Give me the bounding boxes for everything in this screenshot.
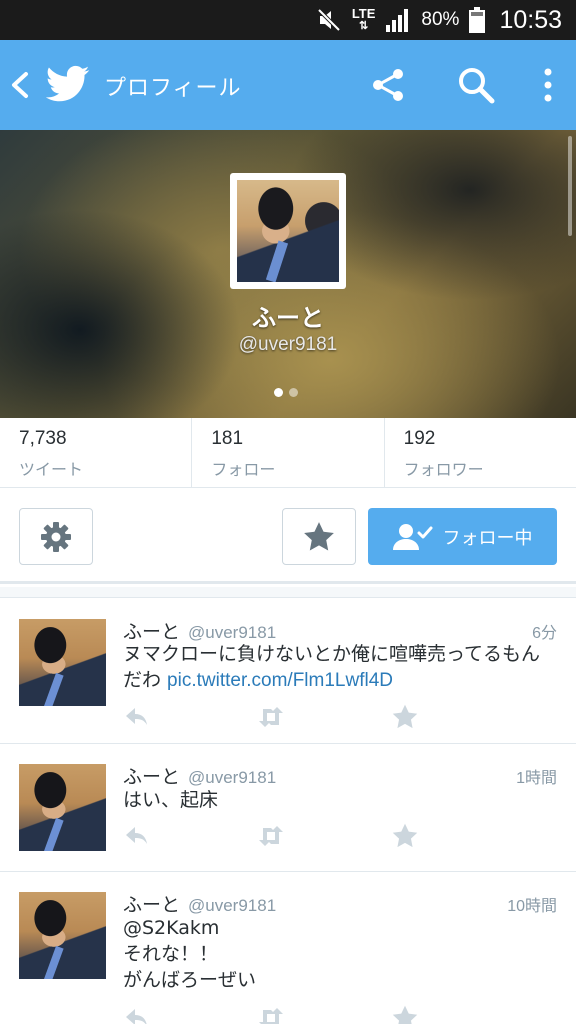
profile-header[interactable]: ふーと @uver9181 <box>0 130 576 418</box>
profile-avatar[interactable] <box>230 173 346 289</box>
tweet-author-name: ふーと <box>123 766 181 788</box>
page-dot <box>289 388 298 397</box>
scrollbar <box>568 136 572 236</box>
tweet-link[interactable]: pic.twitter.com/Flm1Lwfl4D <box>167 670 393 691</box>
tweet-text: はい、起床 <box>123 789 219 811</box>
tweet-header: ふーと @uver9181 1時間 <box>123 762 557 789</box>
stat-value: 7,738 <box>19 428 67 449</box>
tweet-actions <box>123 822 423 850</box>
page-dot-active <box>274 388 283 397</box>
network-type: LTE ⇅ <box>351 6 376 32</box>
tweet-timestamp: 1時間 <box>516 770 557 787</box>
stat-label: フォロワー <box>403 460 484 479</box>
star-icon <box>304 521 334 550</box>
search-icon[interactable] <box>456 65 496 105</box>
tweet-text: ヌマクローに負けないとか俺に喧嘩売ってるもん だわ pic.twitter.co… <box>123 641 557 694</box>
favorite-icon[interactable] <box>391 1004 419 1024</box>
clock: 10:53 <box>499 5 562 34</box>
tweet-author-handle: @uver9181 <box>188 768 277 787</box>
profile-actions: フォロー中 <box>0 488 576 584</box>
tweet-author-name: ふーと <box>123 894 181 916</box>
stat-label: フォロー <box>211 460 276 479</box>
page-title: プロフィール <box>104 76 242 101</box>
tweet-author-name: ふーと <box>123 621 181 643</box>
stat-following[interactable]: 181 フォロー <box>192 418 385 487</box>
reply-icon[interactable] <box>123 822 151 850</box>
gear-icon <box>41 521 71 552</box>
stat-followers[interactable]: 192 フォロワー <box>385 418 576 487</box>
retweet-icon[interactable] <box>257 703 285 731</box>
stat-label: ツイート <box>19 460 84 479</box>
retweet-icon[interactable] <box>257 1004 285 1024</box>
retweet-icon[interactable] <box>257 822 285 850</box>
user-check-icon <box>392 523 432 550</box>
profile-name: ふーと <box>252 304 324 332</box>
tweet-item[interactable]: ふーと @uver9181 10時間 @S2Kakm それな！！ がんばろーぜい <box>0 872 576 1024</box>
tweet-timestamp: 6分 <box>532 625 557 642</box>
tweet-author-handle: @uver9181 <box>188 896 277 915</box>
reply-icon[interactable] <box>123 703 151 731</box>
tweet-item[interactable]: ふーと @uver9181 1時間 はい、起床 <box>0 744 576 872</box>
following-button[interactable]: フォロー中 <box>368 508 557 565</box>
twitter-bird-icon <box>46 65 90 102</box>
tweet-header: ふーと @uver9181 6分 <box>123 617 557 644</box>
more-vert-icon[interactable] <box>536 65 560 105</box>
tweet-timestamp: 10時間 <box>507 898 557 915</box>
favorite-button[interactable] <box>282 508 356 565</box>
battery-percent: 80% <box>421 9 460 30</box>
avatar-image <box>237 180 339 282</box>
tweet-actions <box>123 1004 423 1024</box>
tweet-text: @S2Kakm それな！！ がんばろーぜい <box>123 917 257 991</box>
tweet-actions <box>123 703 423 731</box>
app-bar: プロフィール <box>0 40 576 130</box>
profile-stats: 7,738 ツイート 181 フォロー 192 フォロワー <box>0 418 576 488</box>
mute-icon <box>317 8 341 32</box>
tweet-author-handle: @uver9181 <box>188 623 277 642</box>
share-icon[interactable] <box>370 65 406 105</box>
stat-value: 181 <box>211 428 244 449</box>
tweet-avatar[interactable] <box>19 764 106 851</box>
battery-icon <box>469 7 486 33</box>
back-icon[interactable] <box>8 70 32 100</box>
tweet-avatar[interactable] <box>19 892 106 979</box>
tweet-item[interactable]: ふーと @uver9181 6分 ヌマクローに負けないとか俺に喧嘩売ってるもん … <box>0 599 576 744</box>
stat-value: 192 <box>403 428 436 449</box>
favorite-icon[interactable] <box>391 703 419 731</box>
reply-icon[interactable] <box>123 1004 151 1024</box>
settings-button[interactable] <box>19 508 93 565</box>
profile-handle: @uver9181 <box>238 334 338 355</box>
header-page-indicator <box>274 388 298 397</box>
section-divider <box>0 587 576 598</box>
favorite-icon[interactable] <box>391 822 419 850</box>
following-label: フォロー中 <box>442 527 533 549</box>
stat-tweets[interactable]: 7,738 ツイート <box>0 418 193 487</box>
status-bar: LTE ⇅ 80% 10:53 <box>0 0 576 40</box>
signal-icon <box>386 9 409 32</box>
tweet-avatar[interactable] <box>19 619 106 706</box>
tweet-header: ふーと @uver9181 10時間 <box>123 890 557 917</box>
